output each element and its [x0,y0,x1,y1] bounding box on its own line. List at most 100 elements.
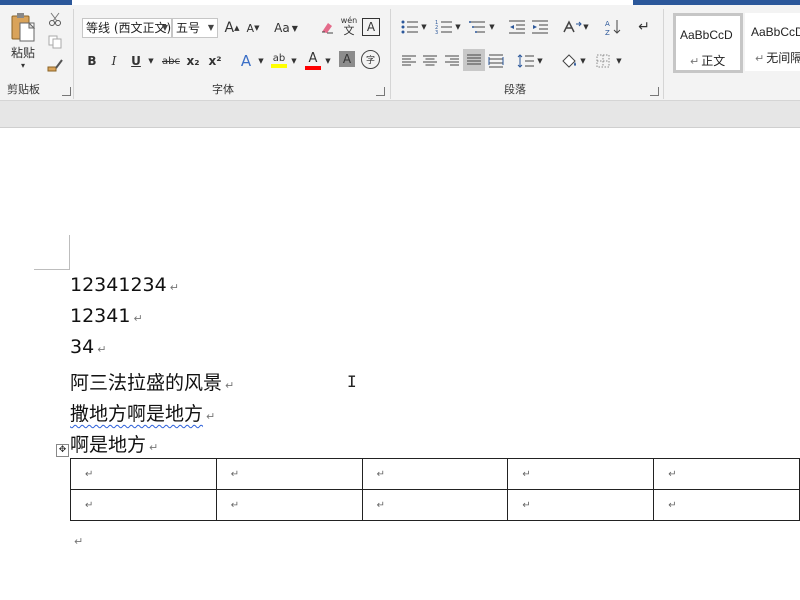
borders-icon[interactable] [593,51,613,71]
justify-icon[interactable] [463,49,485,71]
table-row: ↵ ↵ ↵ ↵ ↵ [70,489,800,521]
chevron-down-icon: ▼ [161,23,168,32]
format-painter-icon[interactable] [46,57,64,73]
underline-button[interactable]: U [128,51,144,71]
shading-icon[interactable] [559,51,579,71]
style-normal[interactable]: AaBbCcD ↵ 正文 [673,13,743,73]
document-page[interactable]: 12341234 ↵ 12341 ↵ 34 ↵ 阿三法拉盛的风景 ↵ 撒地方啊是地方 ↵ … [0,128,800,600]
table-cell[interactable]: ↵ [507,458,655,490]
clipboard-group-label: 剪贴板 [7,83,40,96]
font-family-value: 等线 (西文正文) [86,21,172,35]
italic-button[interactable]: I [106,51,122,71]
align-left-icon[interactable] [399,51,419,71]
table-move-handle-icon[interactable]: ✥ [56,444,69,457]
paragraph[interactable]: 12341234 ↵ [70,274,179,296]
ruler-area [0,101,800,128]
borders-dropdown-icon[interactable]: ▼ [615,51,623,71]
paste-icon[interactable] [8,11,38,45]
paragraph[interactable]: 撒地方啊是地方 ↵ [70,399,215,426]
margin-corner-mark [69,235,70,270]
highlight-dropdown-icon[interactable]: ▼ [289,51,299,71]
paragraph-launcher-icon[interactable] [650,87,659,96]
table-cell[interactable]: ↵ [653,458,800,490]
font-color-button[interactable]: A [304,50,322,70]
table-cell[interactable]: ↵ [70,458,217,490]
table-cell[interactable]: ↵ [70,489,217,521]
chevron-down-icon: ▼ [291,23,298,33]
style-normal-name: ↵ 正文 [690,54,726,68]
shading-dropdown-icon[interactable]: ▼ [579,51,587,71]
character-border-button[interactable]: A [362,18,380,36]
highlight-button[interactable]: ab [270,50,288,70]
style-normal-sample: AaBbCcD [680,28,733,42]
copy-icon[interactable] [46,34,64,50]
decrease-indent-icon[interactable] [506,17,528,37]
strikethrough-button[interactable]: abc [160,51,182,71]
character-shading-button[interactable]: A [339,51,355,67]
style-no-spacing-name: ↵ 无间隔 [755,51,800,65]
table[interactable]: ↵ ↵ ↵ ↵ ↵ ↵ ↵ ↵ ↵ ↵ [70,458,800,521]
paragraph-group-label: 段落 [504,83,526,96]
bullets-dropdown-icon[interactable]: ▼ [420,17,428,37]
font-launcher-icon[interactable] [376,87,385,96]
subscript-button[interactable]: x₂ [184,51,202,71]
multilevel-list-icon[interactable] [467,17,489,37]
font-family-select[interactable]: 等线 (西文正文) ▼ [82,18,172,38]
grow-font-icon: A [224,20,235,36]
paragraph[interactable]: 啊是地方 ↵ [70,430,158,457]
align-right-icon[interactable] [442,51,462,71]
shrink-font-button[interactable]: A ▼ [245,18,261,38]
font-color-icon: A [308,50,318,66]
font-color-dropdown-icon[interactable]: ▼ [323,51,333,71]
clipboard-group: 粘贴 ▾ 剪贴板 [0,5,73,100]
table-cell[interactable]: ↵ [215,489,363,521]
enclose-characters-button[interactable]: 字 [361,50,380,69]
paragraph[interactable]: 34 ↵ [70,336,106,358]
line-spacing-icon[interactable] [516,51,536,71]
clipboard-launcher-icon[interactable] [62,87,71,96]
line-spacing-dropdown-icon[interactable]: ▼ [536,51,544,71]
table-cell[interactable]: ↵ [361,489,509,521]
sort-icon[interactable]: AZ [603,17,623,37]
table-cell[interactable]: ↵ [507,489,655,521]
change-case-button[interactable]: Aa ▼ [272,18,300,38]
change-case-icon: Aa [274,21,290,35]
numbering-dropdown-icon[interactable]: ▼ [454,17,462,37]
bullets-icon[interactable] [399,17,421,37]
style-no-spacing[interactable]: AaBbCcD ↵ 无间隔 [745,13,800,71]
increase-indent-icon[interactable] [529,17,551,37]
chinese-layout-icon[interactable] [561,17,583,37]
numbering-icon[interactable]: 123 [433,17,455,37]
cut-icon[interactable] [46,11,64,27]
chinese-layout-dropdown-icon[interactable]: ▼ [582,17,590,37]
paste-button[interactable]: 粘贴 [6,45,40,60]
svg-text:A: A [605,20,610,28]
chevron-down-icon: ▼ [207,23,214,32]
paste-dropdown-icon[interactable]: ▾ [18,60,28,70]
bold-button[interactable]: B [84,51,100,71]
text-effects-button[interactable]: A [237,51,255,71]
align-center-icon[interactable] [420,51,440,71]
paragraph[interactable]: 阿三法拉盛的风景 ↵ [70,368,234,395]
multilevel-list-dropdown-icon[interactable]: ▼ [488,17,496,37]
style-no-spacing-sample: AaBbCcD [751,25,800,39]
font-color-swatch [305,65,321,70]
text-cursor-icon: I [347,372,357,391]
clear-formatting-icon[interactable] [317,18,337,38]
distributed-icon[interactable] [486,51,506,71]
table-row: ↵ ↵ ↵ ↵ ↵ [70,458,800,490]
text-effects-dropdown-icon[interactable]: ▼ [256,51,266,71]
show-marks-icon[interactable]: ↵ [634,17,654,37]
table-cell[interactable]: ↵ [361,458,509,490]
phonetic-guide-button[interactable]: wén 文 [339,16,359,38]
paragraph-group: ▼ 123 ▼ ▼ ▼ AZ ↵ ▼ ▼ ▼ 段落 [391,5,663,100]
grow-font-button[interactable]: A ▲ [224,18,240,38]
paragraph[interactable]: 12341 ↵ [70,305,143,327]
table-cell[interactable]: ↵ [215,458,363,490]
divider [663,9,664,99]
paragraph-mark[interactable]: ↵ [74,535,83,548]
superscript-button[interactable]: x² [206,51,224,71]
underline-dropdown-icon[interactable]: ▼ [146,51,156,71]
table-cell[interactable]: ↵ [653,489,800,521]
font-size-select[interactable]: 五号 ▼ [172,18,218,38]
